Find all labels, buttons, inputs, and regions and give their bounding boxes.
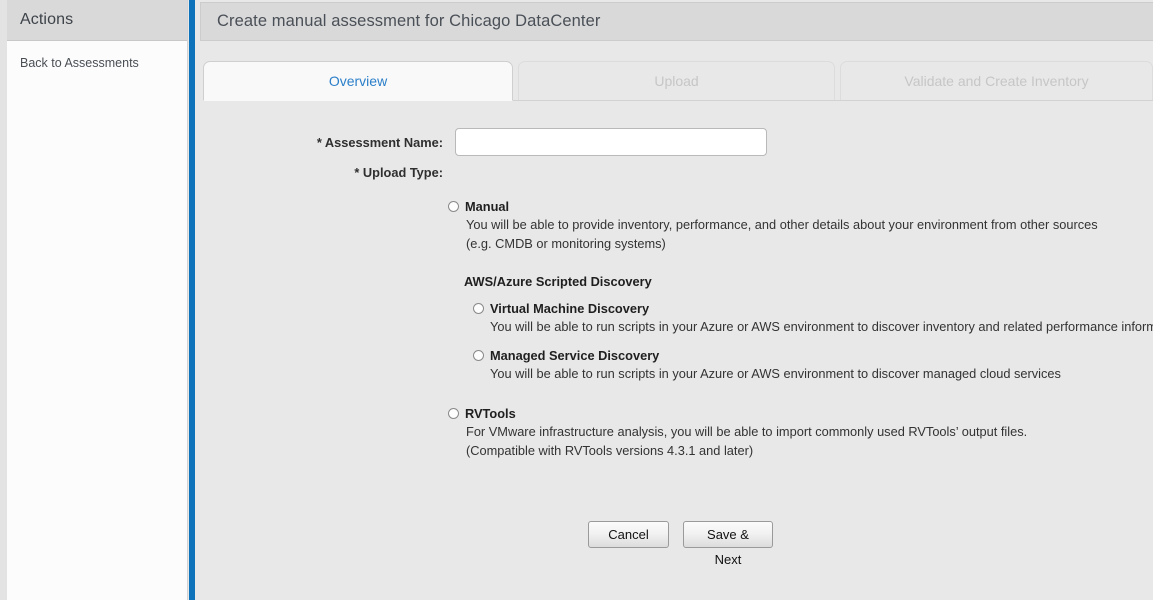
radio-manual[interactable]	[448, 201, 459, 212]
assessment-name-input[interactable]	[455, 128, 767, 156]
main-panel: Create manual assessment for Chicago Dat…	[195, 0, 1153, 600]
option-rvtools-title: RVTools	[465, 406, 516, 421]
option-virtual-machine-discovery[interactable]: Virtual Machine Discovery You will be ab…	[473, 300, 1153, 336]
option-rvtools[interactable]: RVTools For VMware infrastructure analys…	[448, 405, 1148, 460]
overview-form: * Assessment Name: * Upload Type: Manual…	[195, 110, 1153, 600]
radio-virtual-machine-discovery[interactable]	[473, 303, 484, 314]
page-header: Create manual assessment for Chicago Dat…	[200, 2, 1153, 41]
option-vm-discovery-title: Virtual Machine Discovery	[490, 301, 650, 316]
form-actions: Cancel Save & Next	[588, 521, 773, 567]
option-managed-service-discovery[interactable]: Managed Service Discovery You will be ab…	[473, 347, 1148, 383]
upload-type-options: Manual You will be able to provide inven…	[448, 198, 1153, 460]
option-managed-service-head: Managed Service Discovery	[473, 347, 1148, 364]
option-rvtools-desc-line2: (Compatible with RVTools versions 4.3.1 …	[466, 443, 754, 458]
scripted-discovery-group-title: AWS/Azure Scripted Discovery	[464, 274, 652, 289]
option-rvtools-head: RVTools	[448, 405, 1148, 422]
option-vm-discovery-head: Virtual Machine Discovery	[473, 300, 1148, 317]
sidebar-header: Actions	[7, 0, 187, 41]
assessment-name-row: * Assessment Name:	[195, 128, 767, 156]
tab-overview[interactable]: Overview	[203, 61, 514, 101]
option-managed-service-title: Managed Service Discovery	[490, 348, 660, 363]
radio-managed-service-discovery[interactable]	[473, 350, 484, 361]
option-manual-desc-line2: (e.g. CMDB or monitoring systems)	[466, 236, 666, 251]
option-vm-discovery-desc-line1: You will be able to run scripts in your …	[490, 319, 1153, 334]
save-and-next-button[interactable]: Save & Next	[683, 521, 773, 567]
upload-type-label: * Upload Type:	[354, 165, 443, 180]
option-manual[interactable]: Manual You will be able to provide inven…	[448, 198, 1148, 253]
option-manual-head: Manual	[448, 198, 1148, 215]
option-manual-title: Manual	[465, 199, 510, 214]
tab-validate-and-create-inventory[interactable]: Validate and Create Inventory	[840, 61, 1153, 101]
sidebar-header-title: Actions	[20, 11, 74, 28]
sidebar-item-back-to-assessments[interactable]: Back to Assessments	[7, 53, 187, 73]
assessment-name-label: * Assessment Name:	[316, 134, 443, 150]
radio-rvtools[interactable]	[448, 408, 459, 419]
option-rvtools-desc-line1: For VMware infrastructure analysis, you …	[466, 424, 1028, 439]
page-title: Create manual assessment for Chicago Dat…	[217, 12, 601, 30]
left-gutter	[0, 0, 7, 600]
cancel-button[interactable]: Cancel	[588, 521, 669, 548]
sidebar-body: Back to Assessments	[7, 41, 187, 73]
option-manual-desc-line1: You will be able to provide inventory, p…	[466, 217, 1098, 232]
app-root: Actions Back to Assessments Create manua…	[0, 0, 1153, 600]
sidebar: Actions Back to Assessments	[7, 0, 188, 600]
option-managed-service-desc-line1: You will be able to run scripts in your …	[490, 366, 1061, 381]
tab-bar: Overview Upload Validate and Create Inve…	[203, 61, 1153, 101]
tab-upload[interactable]: Upload	[518, 61, 835, 101]
